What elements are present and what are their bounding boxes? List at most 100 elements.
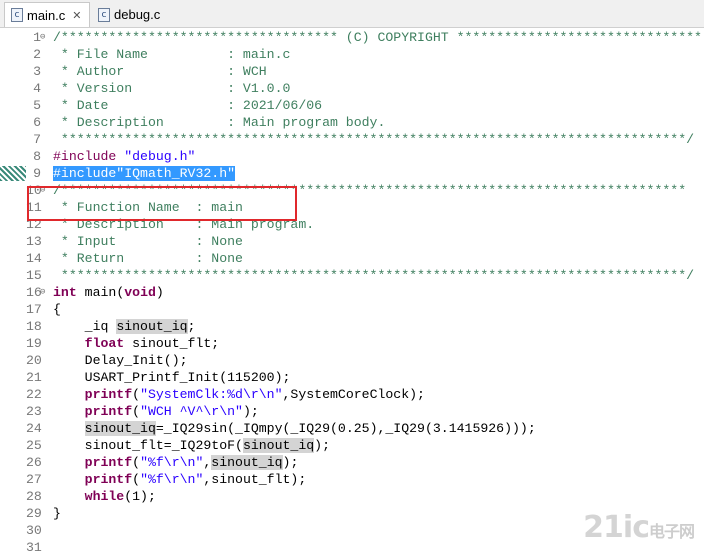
code-line[interactable]: 15 *************************************… [0,267,704,284]
code-line[interactable]: 20 Delay_Init(); [0,352,704,369]
code-token: printf( [84,455,141,470]
code-line[interactable]: 6 * Description : Main program body. [0,114,704,131]
code-text[interactable]: sinout_flt=_IQ29toF(sinout_iq); [53,437,330,454]
highlight-annotation-box [27,186,297,221]
code-text[interactable]: ****************************************… [53,131,694,148]
code-token: #include [53,149,125,164]
code-token: ); [282,455,299,470]
code-text[interactable]: * Return : None [53,250,243,267]
line-number: 5 [33,98,41,113]
code-token: * Version : V1.0.0 [53,81,291,96]
code-text[interactable]: while(1); [53,488,156,505]
tab-main-c[interactable]: c main.c ✕ [4,2,90,27]
code-token: float [84,336,125,351]
code-token: ) [155,285,164,300]
line-number: 18 [26,319,42,334]
code-token: Delay_Init(); [53,353,188,368]
code-text[interactable]: Delay_Init(); [53,352,188,369]
code-line[interactable]: 2 * File Name : main.c [0,46,704,63]
code-token: ); [242,404,259,419]
code-line[interactable]: 9 #include"IQmath_RV32.h" [0,165,704,182]
code-line[interactable]: 3 * Author : WCH [0,63,704,80]
code-text[interactable]: /*********************************** (C)… [53,29,702,46]
line-number: 17 [26,302,42,317]
line-number: 22 [26,387,42,402]
code-line[interactable]: 21 USART_Printf_Init(115200); [0,369,704,386]
line-number: 2 [33,47,41,62]
code-line[interactable]: 28 while(1); [0,488,704,505]
line-number: 1 [33,30,41,45]
code-line[interactable]: 7 **************************************… [0,131,704,148]
code-token: while [84,489,125,504]
code-text[interactable]: printf("%f\r\n",sinout_flt); [53,471,307,488]
code-token: * Description : Main program body. [53,115,386,130]
code-text[interactable]: ****************************************… [53,267,694,284]
code-text[interactable]: printf("%f\r\n",sinout_iq); [53,454,298,471]
code-line[interactable]: 25 sinout_flt=_IQ29toF(sinout_iq); [0,437,704,454]
code-line[interactable]: 17 { [0,301,704,318]
code-text[interactable]: } [53,505,61,522]
line-number: 26 [26,455,42,470]
code-line[interactable]: 5 * Date : 2021/06/06 [0,97,704,114]
code-editor[interactable]: 1 ⊖/*********************************** (… [0,28,704,551]
code-text[interactable]: _iq sinout_iq; [53,318,195,335]
code-text[interactable]: #include "debug.h" [53,148,195,165]
code-token: ,SystemCoreClock); [282,387,425,402]
editor-tab-bar: c main.c ✕ c debug.c [0,0,704,28]
code-token: ,sinout_flt); [203,472,307,487]
code-line[interactable]: 19 float sinout_flt; [0,335,704,352]
code-line[interactable]: 4 * Version : V1.0.0 [0,80,704,97]
code-line[interactable]: 27 printf("%f\r\n",sinout_flt); [0,471,704,488]
code-text[interactable]: * Version : V1.0.0 [53,80,291,97]
code-text[interactable]: float sinout_flt; [53,335,220,352]
code-line[interactable]: 23 printf("WCH ^V^\r\n"); [0,403,704,420]
code-token: "debug.h" [124,149,196,164]
code-text[interactable]: sinout_iq=_IQ29sin(_IQmpy(_IQ29(0.25),_I… [53,420,536,437]
close-icon[interactable]: ✕ [72,9,81,22]
code-text[interactable]: * Description : Main program body. [53,114,385,131]
c-file-icon: c [98,7,110,22]
code-text[interactable]: printf("SystemClk:%d\r\n",SystemCoreCloc… [53,386,425,403]
code-text[interactable]: * Input : None [53,233,243,250]
line-number: 9 [33,166,41,181]
c-file-icon: c [11,8,23,22]
code-token: sinout_iq [116,319,188,334]
occurrence-marker[interactable] [0,166,26,181]
code-keyword: printf [84,472,133,487]
code-text[interactable]: * Author : WCH [53,63,267,80]
code-token: /*********************************** (C)… [53,30,702,45]
code-line[interactable]: 24 sinout_iq=_IQ29sin(_IQmpy(_IQ29(0.25)… [0,420,704,437]
code-text[interactable]: * Date : 2021/06/06 [53,97,322,114]
code-text[interactable]: * File Name : main.c [53,46,291,63]
code-text[interactable]: #include"IQmath_RV32.h" [53,165,236,182]
tab-debug-c[interactable]: c debug.c [92,2,172,27]
line-number: 20 [26,353,42,368]
code-line[interactable]: 13 * Input : None [0,233,704,250]
code-text[interactable]: { [53,301,61,318]
code-line[interactable]: 14 * Return : None [0,250,704,267]
code-token: void [124,285,156,300]
code-token: sinout_iq [242,438,315,453]
code-keyword: printf [84,404,133,419]
line-number: 23 [26,404,42,419]
code-line[interactable]: 8 #include "debug.h" [0,148,704,165]
tab-label: debug.c [114,7,161,22]
line-number: 30 [26,523,42,538]
code-line[interactable]: 16 ⊖ int main(void) [0,284,704,301]
fold-toggle-icon[interactable]: ⊖ [40,284,45,301]
code-token: "%f\r\n" [140,472,204,487]
code-keyword: printf [84,455,133,470]
line-number: 4 [33,81,41,96]
code-text[interactable]: int main(void) [53,284,164,301]
code-text[interactable]: printf("WCH ^V^\r\n"); [53,403,259,420]
code-line[interactable]: 1 ⊖ /*********************************** (… [0,29,704,46]
code-text[interactable]: USART_Printf_Init(115200); [53,369,291,386]
code-line[interactable]: 26 printf("%f\r\n",sinout_iq); [0,454,704,471]
code-token: int [53,285,77,300]
code-line[interactable]: 18 _iq sinout_iq; [0,318,704,335]
code-line[interactable]: 22 printf("SystemClk:%d\r\n",SystemCoreC… [0,386,704,403]
fold-toggle-icon[interactable]: ⊖ [40,29,45,46]
code-token: "WCH ^V^\r\n" [140,404,243,419]
